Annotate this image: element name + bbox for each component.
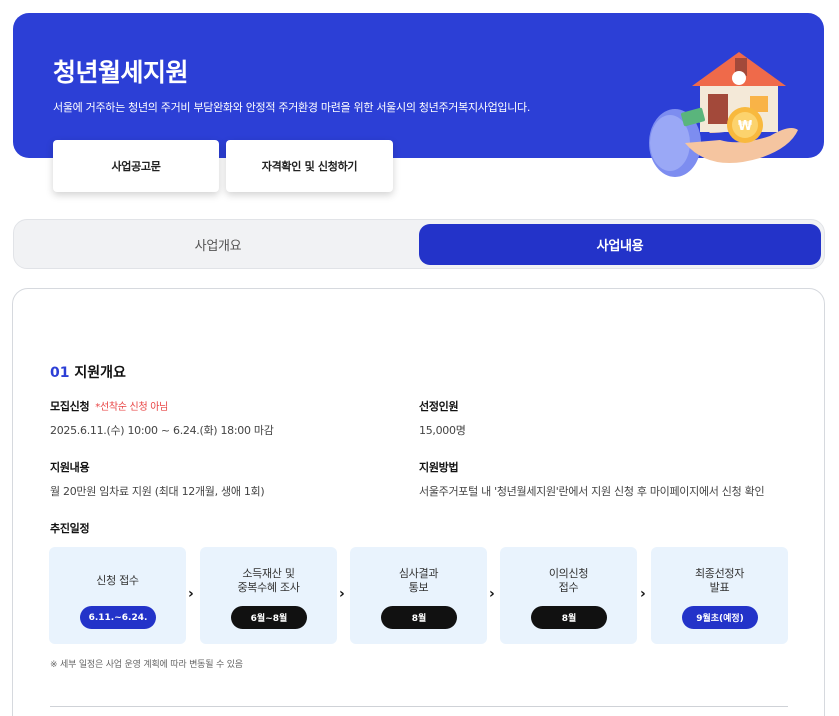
select-label: 선정인원 xyxy=(419,400,459,413)
select-value: 15,000명 xyxy=(419,424,466,437)
step-date-badge: 6월~8월 xyxy=(231,606,307,629)
tab-details[interactable]: 사업내용 xyxy=(419,224,821,265)
method-label: 지원방법 xyxy=(419,461,459,474)
step-label: 중복수혜 조사 xyxy=(237,581,300,594)
step-label: 소득재산 및 xyxy=(242,567,295,580)
step-date-badge: 9월초(예정) xyxy=(682,606,758,629)
recruit-note: *선착순 신청 아님 xyxy=(95,402,169,413)
schedule-footnote: ※ 세부 일정은 사업 운영 계획에 따라 변동될 수 있음 xyxy=(50,660,243,670)
chevron-right-icon: › xyxy=(339,586,345,602)
step-label: 이의신청 xyxy=(548,567,589,580)
step-label: 접수 xyxy=(558,581,579,594)
step-date-badge: 8월 xyxy=(381,606,457,629)
chevron-right-icon: › xyxy=(489,586,495,602)
schedule-step: 최종선정자 발표 9월초(예정) xyxy=(651,547,788,644)
schedule-label: 추진일정 xyxy=(50,522,90,535)
schedule-step: 심사결과 통보 8월 xyxy=(350,547,487,644)
page-title: 청년월세지원 xyxy=(53,58,189,87)
chevron-right-icon: › xyxy=(188,586,194,602)
step-label: 통보 xyxy=(408,581,429,594)
support-label: 지원내용 xyxy=(50,461,90,474)
recruit-label-text: 모집신청 xyxy=(50,400,90,413)
svg-text:₩: ₩ xyxy=(738,119,753,134)
tab-overview[interactable]: 사업개요 xyxy=(18,224,418,265)
step-label: 발표 xyxy=(709,581,730,594)
step-date-badge: 6.11.~6.24. xyxy=(80,606,156,629)
schedule-step: 신청 접수 6.11.~6.24. xyxy=(49,547,186,644)
section-number: 01 xyxy=(50,365,70,381)
tab-bar: 사업개요 사업내용 xyxy=(13,219,825,269)
schedule-step: 이의신청 접수 8월 xyxy=(500,547,637,644)
schedule-step: 소득재산 및 중복수혜 조사 6월~8월 xyxy=(200,547,337,644)
support-value: 월 20만원 임차료 지원 (최대 12개월, 생애 1회) xyxy=(50,485,265,498)
divider xyxy=(50,706,788,707)
business-notice-button[interactable]: 사업공고문 xyxy=(53,140,219,192)
eligibility-apply-button[interactable]: 자격확인 및 신청하기 xyxy=(226,140,393,192)
method-value: 서울주거포털 내 '청년월세지원'란에서 지원 신청 후 마이페이지에서 신청 … xyxy=(419,485,765,498)
recruit-label: 모집신청 *선착순 신청 아님 xyxy=(50,398,168,414)
step-date-badge: 8월 xyxy=(531,606,607,629)
step-label: 심사결과 xyxy=(398,567,439,580)
content-panel xyxy=(12,288,825,716)
recruit-value: 2025.6.11.(수) 10:00 ~ 6.24.(화) 18:00 마감 xyxy=(50,424,274,437)
hero-description: 서울에 거주하는 청년의 주거비 부담완화와 안정적 주거환경 마련을 위한 서… xyxy=(53,101,531,114)
section-title-text: 지원개요 xyxy=(74,365,126,381)
house-on-hand-icon: ₩ xyxy=(649,52,798,177)
step-label: 최종선정자 xyxy=(694,567,745,580)
chevron-right-icon: › xyxy=(640,586,646,602)
section-title: 01 지원개요 xyxy=(50,362,126,382)
step-label: 신청 접수 xyxy=(96,574,139,587)
